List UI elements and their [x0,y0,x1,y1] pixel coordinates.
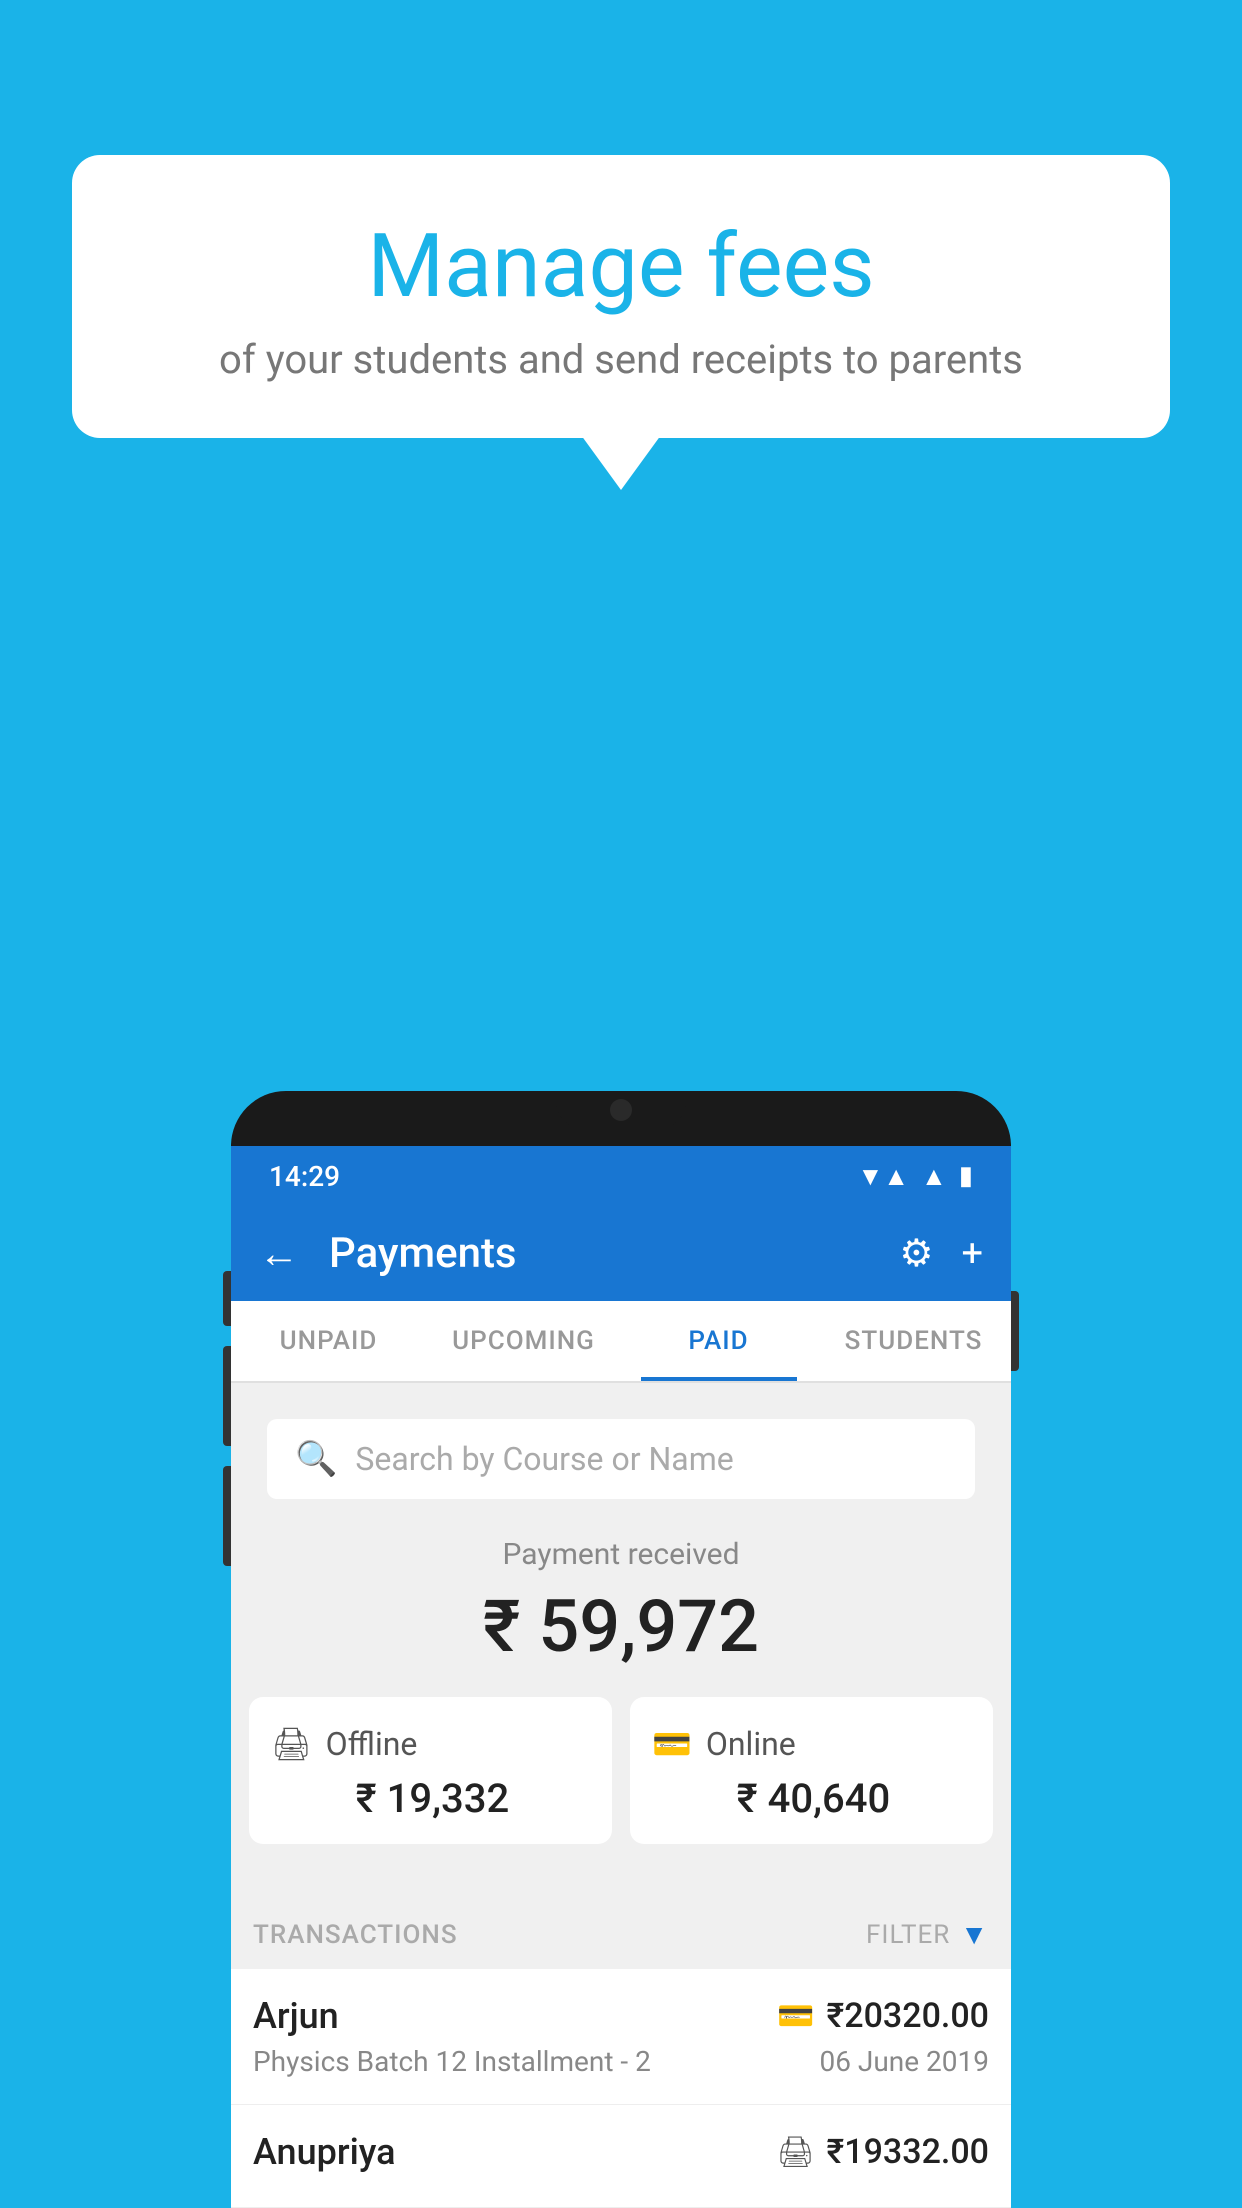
transaction-amount: 💳 ₹20320.00 [777,1996,989,2036]
search-icon: 🔍 [295,1439,337,1479]
silent-button [223,1466,231,1566]
back-button[interactable]: ← [259,1230,299,1277]
app-screen: 14:29 ▼▲ ▲ ▮ ← Payments ⚙ + UNPAID UPCOM… [231,1146,1011,2208]
transaction-row[interactable]: Arjun 💳 ₹20320.00 Physics Batch 12 Insta… [231,1969,1011,2105]
payment-total-amount: ₹ 59,972 [231,1584,1011,1669]
phone-mockup: 14:29 ▼▲ ▲ ▮ ← Payments ⚙ + UNPAID UPCOM… [231,1091,1011,2208]
offline-card: 🖨 Offline ₹ 19,332 [249,1697,612,1844]
add-icon[interactable]: + [961,1232,983,1276]
online-icon: 💳 [652,1725,692,1763]
transaction-date: 06 June 2019 [819,2045,989,2078]
online-label: Online [706,1725,796,1763]
online-amount: ₹ 40,640 [652,1775,971,1822]
offline-amount: ₹ 19,332 [271,1775,590,1822]
phone-top-frame [231,1091,1011,1146]
payment-summary: Payment received ₹ 59,972 🖨 Offline ₹ 19… [231,1499,1011,1900]
student-name: Anupriya [253,2131,396,2173]
transaction-amount: 🖨 ₹19332.00 [776,2132,989,2172]
front-camera [610,1099,632,1121]
payment-received-label: Payment received [231,1537,1011,1572]
tab-unpaid[interactable]: UNPAID [231,1301,426,1381]
notch [556,1091,686,1129]
course-name: Physics Batch 12 Installment - 2 [253,2045,651,2078]
filter-label: FILTER [866,1920,950,1950]
payment-type-icon: 🖨 [776,2135,814,2170]
tab-paid[interactable]: PAID [621,1301,816,1381]
app-toolbar: ← Payments ⚙ + [231,1206,1011,1301]
offline-label: Offline [326,1725,418,1763]
volume-up-button [223,1271,231,1326]
amount-value: ₹20320.00 [827,1996,989,2036]
status-icons: ▼▲ ▲ ▮ [857,1161,973,1192]
volume-down-button [223,1346,231,1446]
payment-type-icon: 💳 [777,1999,814,2034]
search-input[interactable]: Search by Course or Name [355,1440,733,1478]
hero-subtitle: of your students and send receipts to pa… [122,336,1120,383]
settings-icon[interactable]: ⚙ [899,1231,933,1276]
signal-icon: ▲ [921,1161,947,1192]
toolbar-actions: ⚙ + [899,1231,983,1276]
wifi-icon: ▼▲ [857,1161,908,1192]
filter-icon: ▼ [960,1918,989,1951]
payment-cards: 🖨 Offline ₹ 19,332 💳 Online ₹ 40,640 [231,1697,1011,1844]
speech-bubble-card: Manage fees of your students and send re… [72,155,1170,438]
toolbar-title: Payments [329,1229,879,1278]
transactions-header: TRANSACTIONS FILTER ▼ [231,1900,1011,1969]
tabs-bar: UNPAID UPCOMING PAID STUDENTS [231,1301,1011,1383]
student-name: Arjun [253,1995,339,2037]
amount-value: ₹19332.00 [827,2132,989,2172]
transactions-label: TRANSACTIONS [253,1920,458,1950]
tab-upcoming[interactable]: UPCOMING [426,1301,621,1381]
transaction-row[interactable]: Anupriya 🖨 ₹19332.00 [231,2105,1011,2208]
hero-title: Manage fees [122,215,1120,318]
offline-icon: 🖨 [271,1725,312,1763]
tab-students[interactable]: STUDENTS [816,1301,1011,1381]
search-bar[interactable]: 🔍 Search by Course or Name [267,1419,975,1499]
status-bar: 14:29 ▼▲ ▲ ▮ [231,1146,1011,1206]
power-button [1011,1291,1019,1371]
battery-icon: ▮ [959,1161,973,1191]
online-card: 💳 Online ₹ 40,640 [630,1697,993,1844]
status-time: 14:29 [269,1160,340,1193]
filter-button[interactable]: FILTER ▼ [866,1918,989,1951]
